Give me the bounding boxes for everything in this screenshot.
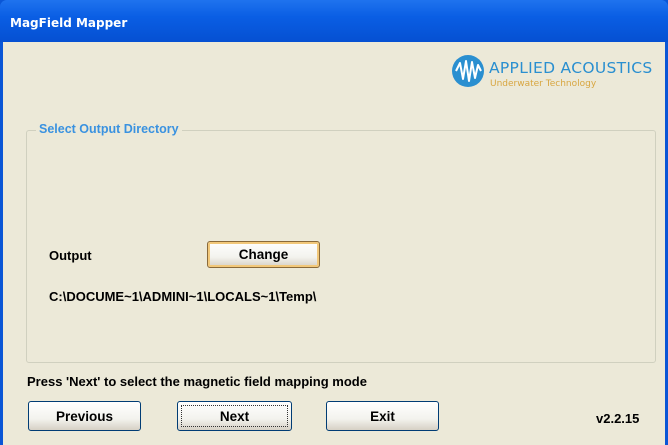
exit-button[interactable]: Exit <box>326 401 439 431</box>
group-legend: Select Output Directory <box>36 122 182 136</box>
app-window: MagField Mapper APPLIED ACOUSTICS Underw… <box>0 0 668 445</box>
company-logo: APPLIED ACOUSTICS Underwater Technology <box>451 52 661 92</box>
logo-tagline: Underwater Technology <box>490 79 597 89</box>
instruction-text: Press 'Next' to select the magnetic fiel… <box>27 374 367 389</box>
output-path: C:\DOCUME~1\ADMINI~1\LOCALS~1\Temp\ <box>49 289 317 304</box>
version-label: v2.2.15 <box>596 411 640 426</box>
waveform-logo-icon <box>452 55 484 87</box>
output-label: Output <box>49 248 92 263</box>
logo-name: APPLIED ACOUSTICS <box>489 59 653 77</box>
next-button[interactable]: Next <box>177 401 292 431</box>
output-directory-group: Select Output Directory Output Change C:… <box>26 122 656 363</box>
dialog-body: APPLIED ACOUSTICS Underwater Technology … <box>3 42 665 445</box>
change-button[interactable]: Change <box>207 241 320 268</box>
window-title: MagField Mapper <box>10 16 128 30</box>
title-bar[interactable]: MagField Mapper <box>0 0 668 42</box>
previous-button[interactable]: Previous <box>28 401 141 431</box>
